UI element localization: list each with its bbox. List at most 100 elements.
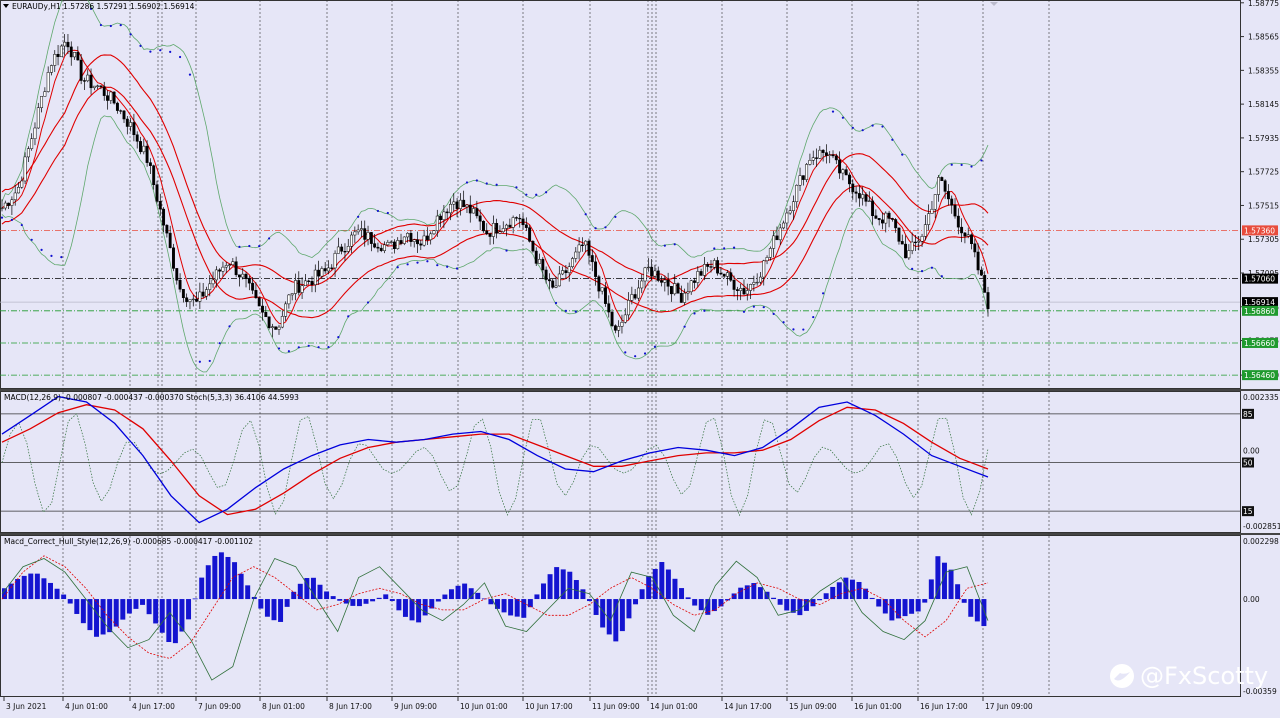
histogram-bar [856, 581, 862, 600]
trading-chart[interactable]: 1.58775 1.58565 1.58355 1.58145 1.57935 1.577… [0, 0, 1280, 714]
histogram-bar [514, 599, 520, 617]
sar-dot [881, 125, 884, 128]
sar-dot [475, 179, 478, 182]
candle[interactable] [274, 326, 278, 330]
histogram-bar [310, 577, 316, 600]
candle[interactable] [112, 91, 116, 105]
sar-dot [920, 269, 924, 273]
sar-dot [20, 223, 23, 227]
candle[interactable] [805, 163, 809, 183]
time-tick-label: 10 Jun 01:00 [460, 702, 508, 711]
histogram-bar [455, 585, 461, 600]
histogram-bar [935, 556, 941, 600]
histogram-bar [593, 599, 599, 615]
sar-dot [327, 345, 330, 349]
sar-dot [307, 344, 310, 347]
time-tick-label: 8 Jun 01:00 [262, 702, 305, 711]
sar-dot [287, 350, 290, 353]
histogram-bar [974, 599, 980, 622]
time-tick-label: 10 Jun 17:00 [525, 702, 573, 711]
histogram-bar [284, 599, 290, 607]
sar-dot [406, 263, 409, 266]
sar-dot [643, 352, 647, 355]
sar-dot [634, 355, 637, 358]
price-level-label: 1.56860 [1244, 307, 1275, 316]
price-tick-label: 1.57725 [1248, 168, 1279, 177]
price-tick-label: 1.57305 [1248, 235, 1279, 244]
sar-dot [861, 129, 864, 132]
histogram-bar [738, 587, 744, 600]
price-tick-label: 1.58565 [1248, 33, 1279, 42]
histogram-bar [232, 562, 238, 600]
histogram-bar [186, 599, 192, 620]
candle[interactable] [267, 316, 271, 330]
histogram-bar [633, 599, 639, 605]
candle[interactable] [402, 236, 406, 246]
candle[interactable] [482, 220, 485, 233]
macd-axis-zero: 0.00 [1243, 447, 1260, 456]
histogram-bar [619, 599, 625, 632]
sar-dot [169, 50, 172, 53]
sar-dot [50, 254, 53, 257]
sar-dot [713, 247, 716, 250]
histogram-bar [113, 599, 119, 627]
price-level-label: 1.56460 [1244, 371, 1275, 380]
stoch-level-label: 50 [1243, 459, 1253, 468]
histogram-bar [659, 562, 665, 600]
candle[interactable] [676, 282, 680, 294]
candle[interactable] [172, 243, 175, 272]
sar-dot [930, 266, 934, 269]
sar-dot [663, 244, 666, 247]
sar-dot [178, 55, 182, 59]
candle[interactable] [531, 240, 535, 253]
sar-dot [40, 248, 43, 251]
histogram-bar [146, 599, 152, 615]
histogram-bar [679, 588, 685, 600]
histogram-bar [172, 599, 178, 644]
histogram-bar [692, 599, 698, 606]
sar-dot [683, 325, 686, 328]
histogram-bar [317, 584, 323, 600]
histogram-bar [869, 597, 875, 600]
price-tick-label: 1.58145 [1248, 100, 1279, 109]
time-tick-label: 16 Jun 01:00 [854, 702, 902, 711]
histogram-bar [652, 568, 658, 600]
histogram-bar [126, 599, 132, 614]
candle[interactable] [59, 44, 63, 58]
price-level-label: 1.56660 [1244, 339, 1275, 348]
sar-dot [980, 159, 983, 162]
candle[interactable] [257, 296, 261, 307]
histogram-bar [179, 599, 185, 632]
histogram-bar [468, 588, 474, 600]
sar-dot [822, 292, 825, 295]
sar-dot [792, 328, 795, 331]
sar-dot [940, 275, 943, 278]
histogram-bar [350, 599, 356, 606]
histogram-bar [192, 598, 198, 600]
candle[interactable] [571, 256, 574, 269]
histogram-bar [396, 599, 402, 611]
candle[interactable] [610, 309, 614, 328]
histogram-bar [225, 556, 231, 600]
time-tick-label: 14 Jun 01:00 [650, 702, 698, 711]
histogram-bar [402, 599, 408, 617]
histogram-bar [54, 588, 60, 600]
histogram-bar [383, 594, 389, 600]
sar-dot [545, 191, 548, 194]
time-tick-label: 7 Jun 09:00 [198, 702, 241, 711]
histogram-bar [554, 567, 560, 600]
sar-dot [99, 23, 103, 27]
price-level-label: 1.56914 [1244, 298, 1275, 307]
sar-dot [0, 216, 4, 219]
sar-dot [30, 238, 33, 241]
histogram-bar [541, 583, 546, 600]
sar-dot [386, 211, 389, 215]
candle[interactable] [528, 224, 532, 243]
price-tick-label: 1.57935 [1248, 134, 1279, 143]
histogram-bar [376, 597, 382, 600]
candle[interactable] [23, 152, 27, 184]
histogram-bar [876, 599, 882, 607]
sar-dot [109, 24, 112, 28]
histogram-bar [389, 599, 395, 602]
sar-dot [208, 359, 211, 363]
